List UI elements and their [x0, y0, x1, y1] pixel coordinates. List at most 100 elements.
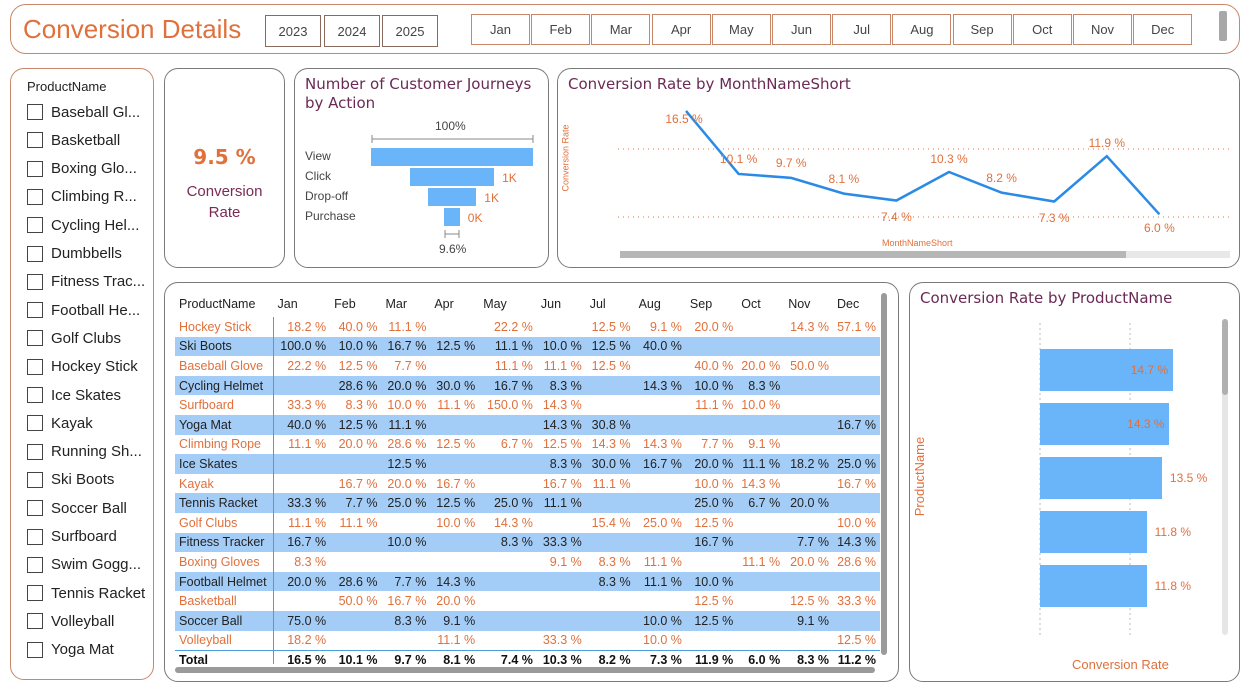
slicer-item[interactable]: Surfboard [27, 526, 117, 548]
table-row[interactable]: Boxing Gloves 8.3 % 9.1 % 8.3 % 11.1 % 11.1 %… [175, 552, 880, 572]
month-button-apr[interactable]: Apr [651, 14, 711, 45]
column-header-mar[interactable]: Mar [382, 291, 431, 317]
checkbox[interactable] [27, 415, 43, 432]
slicer-item[interactable]: Tennis Racket [27, 582, 145, 604]
slicer-item[interactable]: Fitness Trac... [27, 271, 145, 293]
slicer-item[interactable]: Cycling Hel... [27, 214, 139, 236]
checkbox[interactable] [27, 500, 43, 517]
slicer-item[interactable]: Swim Gogg... [27, 554, 141, 576]
table-row[interactable]: Fitness Tracker 16.7 % 10.0 % 8.3 % 33.3 % 16… [175, 532, 880, 553]
table-row[interactable]: Ice Skates 12.5 % 8.3 % 30.0 % 16.7 % 20.0 % 1… [175, 454, 880, 474]
year-button-2023[interactable]: 2023 [265, 15, 321, 47]
month-button-nov[interactable]: Nov [1073, 14, 1132, 45]
month-button-dec[interactable]: Dec [1133, 14, 1193, 45]
product-bar-chart[interactable]: Conversion Rate by ProductName ProductNa… [909, 282, 1240, 682]
table-row[interactable]: Tennis Racket 33.3 % 7.7 % 25.0 % 12.5 % 25.0… [175, 493, 880, 513]
month-button-feb[interactable]: Feb [531, 14, 591, 45]
funnel-bar[interactable] [371, 148, 533, 166]
checkbox[interactable] [27, 245, 43, 262]
checkbox[interactable] [27, 528, 43, 545]
table-row[interactable]: Volleyball 18.2 % 11.1 % 33.3 % 10.0 % 12.5 % [175, 630, 880, 651]
checkbox[interactable] [27, 585, 43, 602]
funnel-bar[interactable] [444, 208, 460, 226]
year-button-2025[interactable]: 2025 [382, 15, 438, 47]
table-row[interactable]: Football Helmet 20.0 % 28.6 % 7.7 % 14.3 % 8.… [175, 571, 880, 592]
column-header-dec[interactable]: Dec [833, 291, 880, 317]
month-button-jan[interactable]: Jan [471, 14, 530, 45]
table-row[interactable]: Baseball Glove 22.2 % 12.5 % 7.7 % 11.1 % 11.… [175, 356, 880, 376]
column-header-jun[interactable]: Jun [537, 291, 586, 317]
slicer-item[interactable]: Baseball Gl... [27, 101, 140, 123]
table-row[interactable]: Kayak 16.7 % 20.0 % 16.7 % 16.7 % 11.1 % 10.0 … [175, 473, 880, 494]
table-row[interactable]: Basketball 50.0 % 16.7 % 20.0 % 12.5 % 12.5 %… [175, 591, 880, 611]
funnel-bar[interactable] [409, 168, 495, 186]
table-row[interactable]: Golf Clubs 11.1 % 11.1 % 10.0 % 14.3 % 15.4 %… [175, 512, 880, 533]
column-header-feb[interactable]: Feb [330, 291, 381, 317]
table-vertical-scrollbar[interactable] [881, 293, 887, 655]
table-row[interactable]: Yoga Mat 40.0 % 12.5 % 11.1 % 14.3 % 30.8 % 16… [175, 414, 880, 435]
product-bar[interactable] [1040, 511, 1147, 553]
line-chart-scroll-thumb[interactable] [620, 251, 1126, 258]
month-button-sep[interactable]: Sep [952, 14, 1012, 45]
slicer-item[interactable]: Football He... [27, 299, 140, 321]
line-chart-scrollbar[interactable] [620, 251, 1230, 258]
table-total-row[interactable]: Total 16.5 % 10.1 % 9.7 % 8.1 % 7.4 % 10.3 % 8.… [175, 649, 880, 664]
header-scrollbar[interactable] [1219, 11, 1227, 41]
slicer-item[interactable]: Dumbbells [27, 243, 122, 265]
checkbox[interactable] [27, 641, 43, 658]
checkbox[interactable] [27, 613, 43, 630]
funnel-bar[interactable] [427, 188, 477, 206]
month-button-aug[interactable]: Aug [892, 14, 952, 45]
table-horizontal-scrollbar[interactable] [175, 667, 875, 673]
month-button-jul[interactable]: Jul [832, 14, 892, 45]
slicer-item[interactable]: Running Sh... [27, 441, 142, 463]
slicer-item[interactable]: Ice Skates [27, 384, 121, 406]
checkbox[interactable] [27, 330, 43, 347]
checkbox[interactable] [27, 160, 43, 177]
checkbox[interactable] [27, 188, 43, 205]
month-button-mar[interactable]: Mar [591, 14, 651, 45]
column-header-nov[interactable]: Nov [784, 291, 833, 317]
checkbox[interactable] [27, 104, 43, 120]
slicer-item[interactable]: Golf Clubs [27, 327, 121, 349]
month-button-may[interactable]: May [711, 14, 771, 45]
conversion-line-chart[interactable]: Conversion Rate by MonthNameShort Conver… [557, 68, 1240, 268]
checkbox[interactable] [27, 132, 43, 149]
column-header-apr[interactable]: Apr [430, 291, 479, 317]
checkbox[interactable] [27, 302, 43, 319]
column-header-jan[interactable]: Jan [274, 291, 331, 317]
month-button-oct[interactable]: Oct [1012, 14, 1072, 45]
slicer-item[interactable]: Soccer Ball [27, 497, 127, 519]
table-row[interactable]: Surfboard 33.3 % 8.3 % 10.0 % 11.1 % 150.0 % 1… [175, 395, 880, 415]
column-header-jul[interactable]: Jul [586, 291, 635, 317]
month-button-jun[interactable]: Jun [772, 14, 831, 45]
product-bar[interactable] [1040, 565, 1147, 607]
slicer-item[interactable]: Basketball [27, 129, 120, 151]
table-row[interactable]: Hockey Stick 18.2 % 40.0 % 11.1 % 22.2 % 12.5… [175, 317, 880, 337]
slicer-item[interactable]: Volleyball [27, 610, 114, 632]
slicer-item[interactable]: Ski Boots [27, 469, 114, 491]
checkbox[interactable] [27, 358, 43, 375]
checkbox[interactable] [27, 273, 43, 290]
column-header-may[interactable]: May [479, 291, 537, 317]
bar-chart-scroll-thumb[interactable] [1222, 319, 1228, 395]
checkbox[interactable] [27, 471, 43, 488]
column-header-oct[interactable]: Oct [737, 291, 784, 317]
checkbox[interactable] [27, 443, 43, 460]
table-row[interactable]: Climbing Rope 11.1 % 20.0 % 28.6 % 12.5 % 6.7… [175, 434, 880, 455]
column-header-sep[interactable]: Sep [686, 291, 737, 317]
slicer-item[interactable]: Boxing Glo... [27, 158, 137, 180]
column-header-aug[interactable]: Aug [635, 291, 686, 317]
checkbox[interactable] [27, 387, 43, 403]
slicer-item[interactable]: Hockey Stick [27, 356, 138, 378]
checkbox[interactable] [27, 217, 43, 234]
bar-chart-scrollbar[interactable] [1222, 319, 1228, 635]
product-bar[interactable] [1040, 457, 1162, 499]
checkbox[interactable] [27, 556, 43, 573]
column-header-productname[interactable]: ProductName [175, 291, 274, 317]
slicer-item[interactable]: Kayak [27, 412, 93, 434]
table-row[interactable]: Cycling Helmet 28.6 % 20.0 % 30.0 % 16.7 % 8.… [175, 375, 880, 396]
funnel-chart[interactable]: Number of Customer Journeys by Action 10… [294, 68, 549, 268]
table-row[interactable]: Ski Boots 100.0 % 10.0 % 16.7 % 12.5 % 11.1 %… [175, 336, 880, 357]
year-button-2024[interactable]: 2024 [324, 15, 380, 47]
